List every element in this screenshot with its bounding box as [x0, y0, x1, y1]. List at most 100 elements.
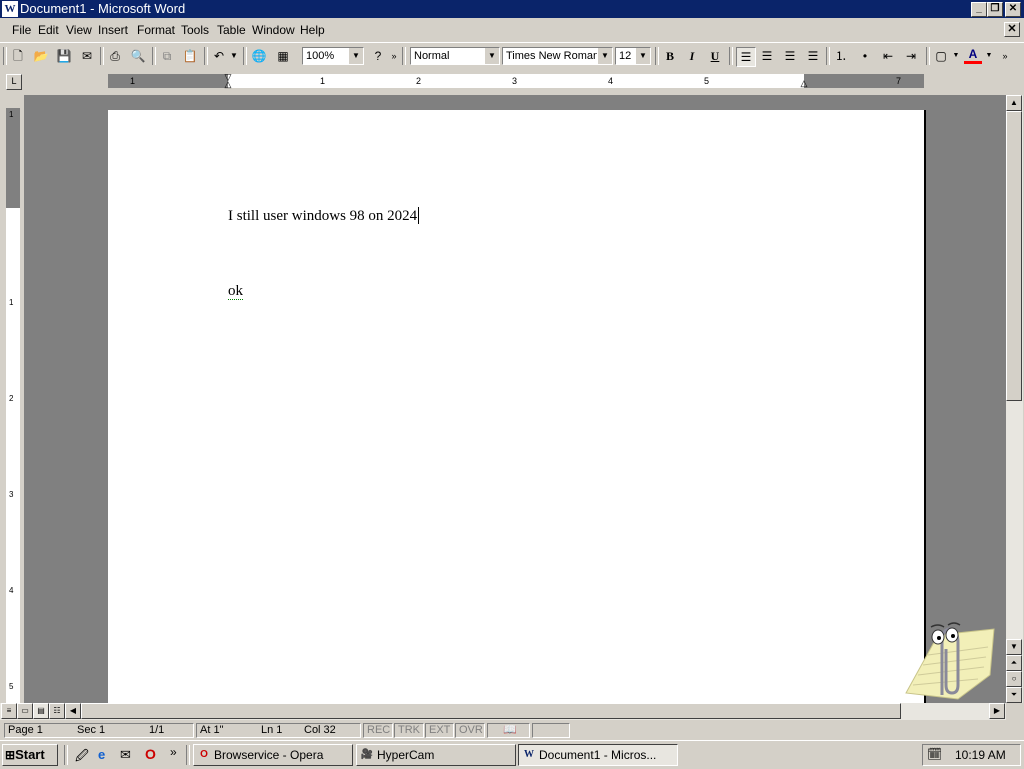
open-folder-icon[interactable]: 📂	[32, 47, 50, 65]
scroll-left-icon[interactable]: ◀	[65, 703, 81, 719]
scroll-up-icon[interactable]: ▲	[1006, 95, 1022, 111]
toolbar-separator	[243, 47, 247, 65]
chevron-down-icon[interactable]: ▼	[597, 48, 612, 64]
vertical-scrollbar[interactable]: ▲ ▼ ⏶ ○ ⏷	[1006, 95, 1023, 703]
spelling-status-icon[interactable]: 📖	[487, 723, 530, 738]
scroll-thumb[interactable]	[1006, 111, 1022, 401]
outlook-express-icon[interactable]: ✉	[120, 747, 131, 763]
document-page[interactable]: I still user windows 98 on 2024 ok	[108, 110, 926, 710]
font-size-value: 12	[619, 50, 632, 62]
numbering-icon[interactable]: ⒈	[832, 47, 850, 65]
previous-page-icon[interactable]: ⏶	[1006, 655, 1022, 671]
chevron-down-icon[interactable]: ▼	[348, 48, 363, 64]
justify-icon[interactable]: ☰	[804, 47, 822, 65]
decrease-indent-icon[interactable]: ⇤	[879, 47, 897, 65]
right-indent-marker[interactable]: △	[799, 79, 809, 88]
menu-view[interactable]: View	[66, 23, 92, 38]
font-size-select[interactable]: 12 ▼	[615, 47, 651, 65]
help-icon[interactable]: ?	[369, 47, 387, 65]
align-center-icon[interactable]: ☰	[758, 47, 776, 65]
task-hypercam[interactable]: 🎥 HyperCam	[356, 744, 516, 766]
normal-view-icon[interactable]: ≡	[1, 703, 17, 719]
print-icon[interactable]: ⎙	[106, 47, 124, 65]
horizontal-scrollbar[interactable]: ≡ ▭ ▤ ☷ ◀ ▶	[0, 703, 1006, 720]
task-opera[interactable]: O Browservice - Opera	[193, 744, 353, 766]
align-right-icon[interactable]: ☰	[781, 47, 799, 65]
new-document-icon[interactable]: 🗋	[9, 47, 27, 65]
start-button[interactable]: ⊞Start	[2, 744, 58, 766]
close-window-button[interactable]: ✕	[1005, 2, 1021, 17]
web-layout-view-icon[interactable]: ▭	[17, 703, 33, 719]
print-preview-icon[interactable]: 🔍	[129, 47, 147, 65]
increase-indent-icon[interactable]: ⇥	[902, 47, 920, 65]
document-line-2[interactable]: ok	[228, 282, 243, 300]
vertical-ruler[interactable]: 1 1 2 3 4 5	[6, 108, 20, 703]
chevron-down-icon[interactable]: ▼	[635, 48, 650, 64]
clock[interactable]: 10:19 AM	[955, 748, 1006, 762]
borders-icon[interactable]: ▢	[932, 47, 950, 65]
horizontal-ruler[interactable]: 1 1 2 3 4 5 7 ▽ △ △	[108, 73, 924, 89]
bullets-icon[interactable]: •	[856, 47, 874, 65]
copy-icon[interactable]: ⧉	[158, 47, 176, 65]
tab-selector[interactable]: L	[6, 74, 22, 90]
scroll-down-icon[interactable]: ▼	[1006, 639, 1022, 655]
menu-file[interactable]: File	[12, 23, 31, 38]
font-select[interactable]: Times New Roman ▼	[502, 47, 613, 65]
document-line-1[interactable]: I still user windows 98 on 2024	[228, 207, 420, 225]
indent-marker[interactable]: ▽ △	[223, 73, 233, 89]
next-page-icon[interactable]: ⏷	[1006, 687, 1022, 703]
print-layout-view-icon[interactable]: ▤	[33, 703, 49, 719]
undo-icon[interactable]: ↶	[210, 47, 228, 65]
more-buttons-icon[interactable]: »	[1000, 47, 1010, 65]
chevron-down-icon[interactable]: ▼	[484, 48, 499, 64]
status-trk[interactable]: TRK	[394, 723, 424, 738]
toolbar-separator	[152, 47, 156, 65]
align-left-icon[interactable]: ☰	[736, 47, 756, 67]
ruler-number: 7	[896, 76, 902, 86]
status-rec[interactable]: REC	[363, 723, 393, 738]
menu-help[interactable]: Help	[300, 23, 325, 38]
word-app-icon[interactable]: W	[2, 1, 18, 17]
chevron-down-icon[interactable]: ▼	[985, 47, 993, 65]
opera-quicklaunch-icon[interactable]: O	[145, 746, 156, 762]
save-icon[interactable]: 💾	[55, 47, 73, 65]
restore-button[interactable]: ❐	[987, 2, 1003, 17]
chevron-down-icon[interactable]: ▼	[952, 47, 960, 65]
more-buttons-icon[interactable]: »	[389, 47, 399, 65]
outline-view-icon[interactable]: ☷	[49, 703, 65, 719]
undo-dropdown-icon[interactable]: ▼	[229, 47, 239, 65]
taskbar: ⊞Start 🖉 e ✉ O » O Browservice - Opera 🎥…	[0, 740, 1024, 769]
status-ext[interactable]: EXT	[425, 723, 454, 738]
minimize-button[interactable]: _	[971, 2, 987, 17]
office-assistant-clippy[interactable]	[898, 615, 996, 701]
web-globe-icon[interactable]: 🌐	[250, 47, 268, 65]
paste-icon[interactable]: 📋	[181, 47, 199, 65]
font-color-icon[interactable]: A	[964, 47, 982, 64]
task-word[interactable]: W Document1 - Micros...	[518, 744, 678, 766]
menu-format[interactable]: Format	[137, 23, 175, 38]
title-bar[interactable]: W Document1 - Microsoft Word _ ❐ ✕	[0, 0, 1024, 18]
close-document-button[interactable]: ✕	[1004, 22, 1020, 37]
menu-edit[interactable]: Edit	[38, 23, 59, 38]
horizontal-scroll-thumb[interactable]	[81, 703, 901, 719]
bold-button[interactable]: B	[661, 47, 679, 65]
menu-window[interactable]: Window	[252, 23, 295, 38]
internet-explorer-icon[interactable]: e	[98, 747, 105, 762]
insert-table-icon[interactable]: ▦	[274, 47, 292, 65]
underline-button[interactable]: U	[706, 47, 724, 65]
browse-object-icon[interactable]: ○	[1006, 671, 1022, 687]
menu-tools[interactable]: Tools	[181, 23, 209, 38]
status-ovr[interactable]: OVR	[455, 723, 485, 738]
tray-icon[interactable]: 🗓	[927, 747, 942, 761]
opera-icon: O	[200, 749, 208, 760]
email-icon[interactable]: ✉	[78, 47, 96, 65]
italic-button[interactable]: I	[683, 47, 701, 65]
toolbar-separator	[729, 47, 733, 65]
style-select[interactable]: Normal ▼	[410, 47, 500, 65]
zoom-select[interactable]: 100% ▼	[302, 47, 364, 65]
quick-launch-more-icon[interactable]: »	[170, 745, 177, 759]
scroll-right-icon[interactable]: ▶	[989, 703, 1005, 719]
menu-table[interactable]: Table	[217, 23, 246, 38]
menu-insert[interactable]: Insert	[98, 23, 128, 38]
show-desktop-icon[interactable]: 🖉	[75, 747, 89, 769]
